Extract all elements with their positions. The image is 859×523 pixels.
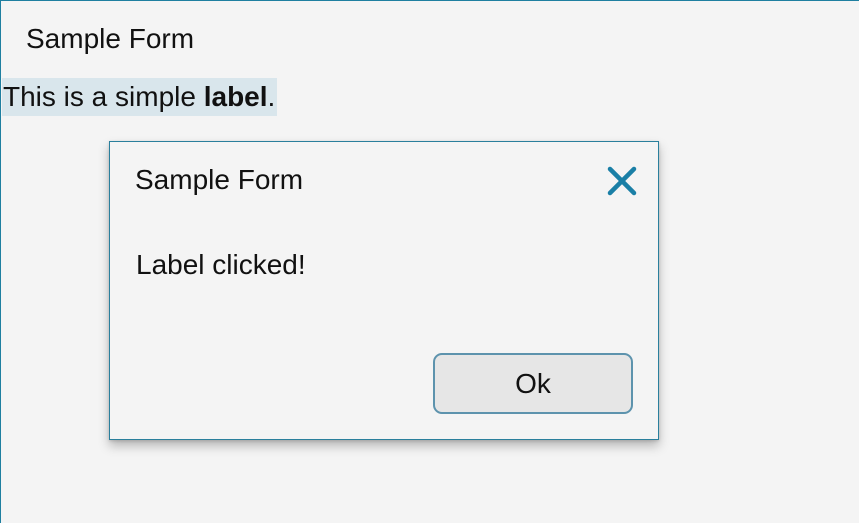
message-dialog: Sample Form Label clicked! Ok	[109, 141, 659, 440]
window-title: Sample Form	[26, 23, 195, 54]
simple-label-bold: label	[203, 81, 268, 112]
simple-label[interactable]: This is a simple label.	[2, 78, 278, 116]
close-button[interactable]	[604, 163, 640, 199]
simple-label-prefix: This is a simple	[3, 81, 204, 112]
dialog-title: Sample Form	[135, 164, 304, 195]
ok-button[interactable]: Ok	[433, 353, 633, 414]
close-icon	[607, 166, 637, 196]
simple-label-suffix: .	[267, 81, 276, 112]
dialog-message: Label clicked!	[136, 249, 306, 280]
